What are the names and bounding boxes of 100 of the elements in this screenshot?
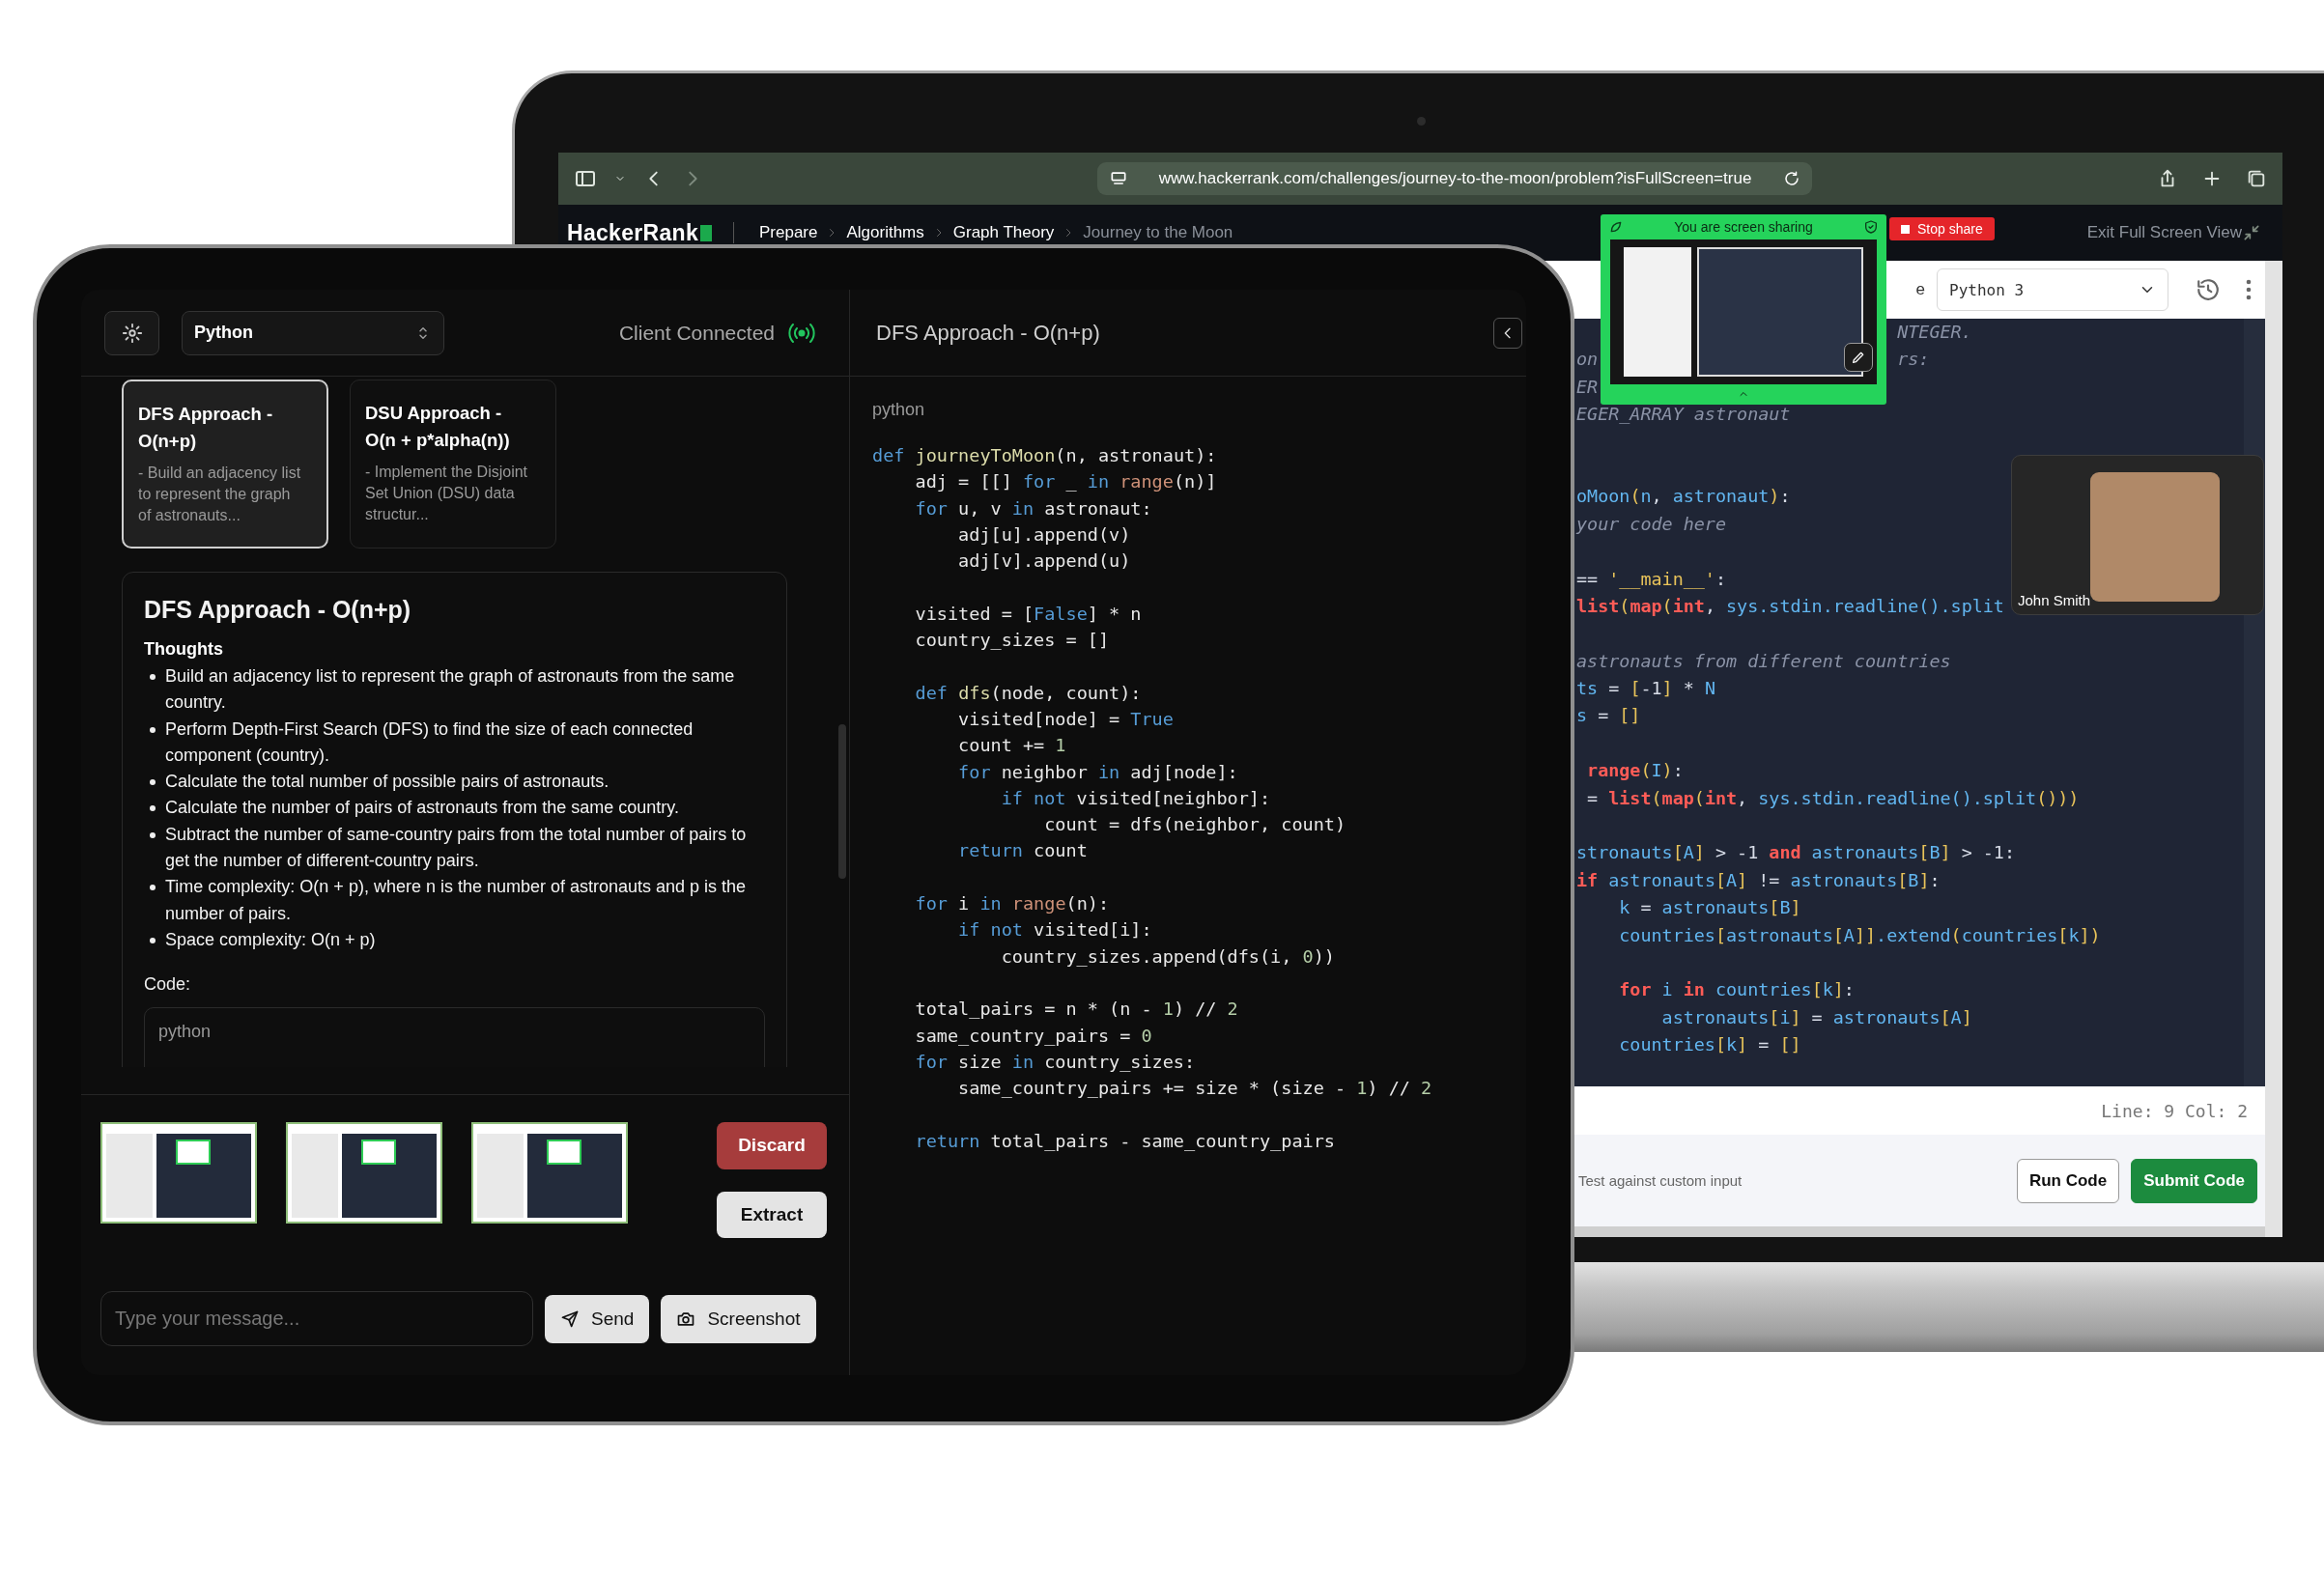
discard-button[interactable]: Discard: [717, 1122, 827, 1169]
code-line: rs:: [1897, 349, 1930, 370]
thought-item: Calculate the total number of possible pairs of astronauts.: [165, 771, 609, 794]
address-bar[interactable]: www.hackerrank.com/challenges/journey-to-the-moon/problem?isFullScreen=true: [1096, 162, 1812, 195]
code-heading: Code:: [144, 974, 192, 996]
code-line: country_sizes = []: [914, 630, 1110, 651]
code-line: for size in country_sizes:: [914, 1051, 1196, 1072]
code-line: return total_pairs - same_country_pairs: [914, 1130, 1335, 1151]
code-line: def dfs(node, count):: [914, 682, 1142, 703]
code-line: def journeyToMoon(n, astronaut):: [872, 445, 1217, 465]
approach-card[interactable]: DSU Approach - O(n + p*alpha(n)) - Implement the Disjoint Set Union (DSU) data structur...: [350, 380, 556, 549]
code-line: same_country_pairs += size * (size - 1) // 2: [958, 1078, 1432, 1099]
extract-button[interactable]: Extract: [717, 1191, 827, 1238]
thought-item: Build an adjacency list to represent the graph of astronauts from the same country.: [165, 665, 736, 715]
breadcrumb-link[interactable]: Graph Theory: [952, 223, 1055, 242]
code-line: for i in range(n):: [914, 893, 1110, 915]
shield-check-icon: [1863, 219, 1879, 235]
bullet-icon: [150, 885, 156, 891]
code-line: == '__main__':: [1576, 568, 1727, 589]
settings-button[interactable]: [104, 310, 159, 355]
approach-summary: - Build an adjacency list to represent the graph of astronauts...: [138, 464, 302, 525]
code-line: your code here: [1576, 513, 1726, 534]
code-line: EGER_ARRAY astronaut: [1576, 404, 1791, 425]
reload-icon: [1782, 170, 1800, 187]
bullet-icon: [150, 779, 156, 786]
bullet-icon: [150, 831, 156, 838]
code-line: visited[node] = True: [958, 708, 1174, 729]
code-line: astronauts[i] = astronauts[A]: [1661, 1006, 1972, 1027]
code-line: total_pairs = n * (n - 1) // 2: [914, 999, 1238, 1020]
code-line: count = dfs(neighbor, count): [1044, 814, 1346, 835]
logo[interactable]: HackerRank: [567, 219, 698, 246]
exit-full-screen-link[interactable]: Exit Full Screen View: [2086, 223, 2242, 242]
run-button[interactable]: Run Code: [2016, 1158, 2120, 1203]
logo-square-icon: [699, 224, 712, 241]
screenshot-thumbnail[interactable]: [286, 1122, 442, 1224]
collapse-button[interactable]: [1493, 317, 1522, 349]
approach-title: DSU Approach - O(n + p*alpha(n)): [365, 402, 511, 452]
code-line: adj[v].append(u): [958, 550, 1131, 572]
code-line: list(map(int, sys.stdin.readline().split: [1576, 595, 2004, 616]
more-icon[interactable]: [2246, 279, 2252, 300]
breadcrumb-link[interactable]: Journey to the Moon: [1083, 223, 1233, 242]
language-select[interactable]: Python: [182, 310, 444, 355]
code-line: count += 1: [958, 735, 1066, 756]
thoughts-heading: Thoughts: [144, 639, 224, 660]
code-line: for u, v in astronaut:: [914, 497, 1152, 519]
collapse-icon: [2242, 223, 2261, 242]
thought-item: Time complexity: O(n + p), where n is the number of astronauts and p is the number of pairs.: [165, 876, 748, 925]
thought-item: Space complexity: O(n + p): [165, 928, 376, 951]
code-line: range(I):: [1586, 760, 1684, 781]
thought-item: Subtract the number of same-country pairs from the total number of pairs to get the number of different-country pairs.: [165, 823, 748, 873]
bullet-icon: [150, 805, 156, 812]
code-line: if astronauts[A] != astronauts[B]:: [1576, 869, 1941, 890]
code-line: if not visited[neighbor]:: [1001, 787, 1271, 808]
code-line: adj[u].append(v): [958, 523, 1131, 545]
screenshot-button[interactable]: Screenshot: [661, 1294, 816, 1343]
send-button[interactable]: Send: [545, 1294, 650, 1343]
cursor-position: Line: 9 Col: 2: [2101, 1100, 2248, 1121]
thought-item: Calculate the number of pairs of astronauts from the same country.: [165, 797, 679, 820]
code-line: same_country_pairs = 0: [914, 1025, 1152, 1046]
custom-input-label[interactable]: Test against custom input: [1578, 1172, 1743, 1189]
history-icon: [2196, 277, 2221, 302]
code-line: k = astronauts[B]: [1618, 897, 1801, 918]
scrollbar-thumb[interactable]: [838, 724, 846, 879]
code-line: for i in countries[k]:: [1618, 979, 1855, 1000]
stop-share-button[interactable]: Stop share: [1889, 217, 1995, 240]
screenshot-thumbnail[interactable]: [100, 1122, 257, 1224]
screenshot-thumbnail[interactable]: [471, 1122, 628, 1224]
code-line: ER: [1576, 376, 1599, 397]
code-line: countries[k] = []: [1618, 1034, 1801, 1055]
screen-share-message: You are screen sharing: [1673, 219, 1814, 235]
code-line: return count: [958, 840, 1088, 861]
camera-lens: [1417, 117, 1426, 126]
breadcrumb-link[interactable]: Prepare: [758, 223, 818, 242]
leaf-icon: [1608, 219, 1624, 235]
code-line: stronauts[A] > -1 and astronauts[B] > -1:: [1576, 842, 2015, 863]
bullet-icon: [150, 726, 156, 733]
code-line: countries[astronauts[A]].extend(countries[k]): [1618, 924, 2101, 945]
approach-summary: - Implement the Disjoint Set Union (DSU) data structur...: [365, 463, 529, 524]
bullet-icon: [150, 937, 156, 943]
language-dropdown[interactable]: Python 3: [1937, 268, 2168, 311]
url-text: www.hackerrank.com/challenges/journey-to-the-moon/problem?isFullScreen=true: [1157, 169, 1753, 188]
send-icon: [560, 1309, 580, 1329]
submit-button[interactable]: Submit Code: [2131, 1158, 2257, 1203]
code-line: astronauts from different countries: [1576, 650, 1951, 671]
connection-status: Client Connected: [618, 321, 775, 345]
message-input[interactable]: Type your message...: [100, 1291, 533, 1346]
participant-name: John Smith: [2018, 592, 2091, 608]
code-line: NTEGER.: [1897, 322, 1972, 342]
code-line: visited = [False] * n: [914, 603, 1142, 624]
approach-card[interactable]: DFS Approach - O(n+p) - Build an adjacency list to represent the graph of astronauts...: [122, 380, 328, 549]
thought-item: Perform Depth-First Search (DFS) to find the size of each connected component (country).: [165, 718, 694, 767]
code-line: ts = [-1] * N: [1576, 678, 1715, 699]
code-line: s = []: [1576, 705, 1641, 726]
pencil-icon: [1851, 350, 1866, 365]
code-language-label: python: [158, 1022, 212, 1042]
code-line: = list(map(int, sys.stdin.readline().split())): [1586, 787, 2080, 808]
edit-button[interactable]: [1844, 343, 1873, 372]
tabs-icon: [2246, 168, 2267, 189]
breadcrumb-link[interactable]: Algorithms: [846, 223, 924, 242]
approach-title: DFS Approach - O(n+p): [138, 403, 274, 453]
